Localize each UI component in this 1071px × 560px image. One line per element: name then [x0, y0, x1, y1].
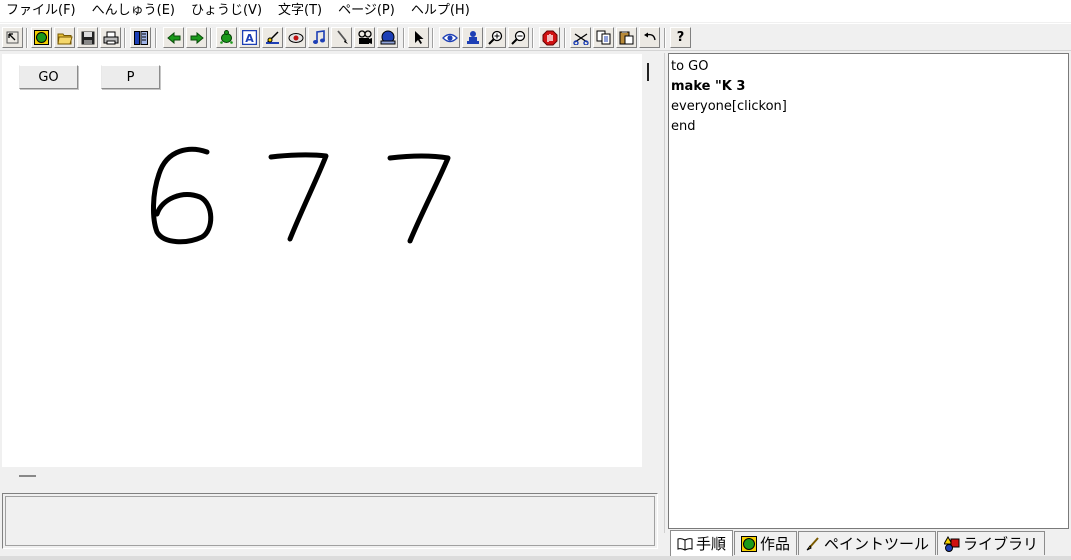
turtle-icon[interactable]	[216, 27, 237, 48]
menu-view[interactable]: ひょうじ(V)	[183, 0, 270, 22]
stamp-icon[interactable]	[377, 27, 398, 48]
cut-icon[interactable]	[570, 27, 591, 48]
text-box-icon[interactable]: A	[239, 27, 260, 48]
tab-paint-tools[interactable]: ペイントツール	[798, 531, 937, 555]
paintbrush-icon	[805, 536, 821, 552]
procedures-editor[interactable]: to GO make "K 3 everyone[clickon] end	[668, 53, 1069, 529]
open-folder-icon[interactable]	[54, 27, 75, 48]
text-box-letter: A	[245, 32, 254, 45]
zoom-out-icon[interactable]	[508, 27, 529, 48]
tab-paint-tools-label: ペイントツール	[824, 535, 930, 553]
print-icon[interactable]	[100, 27, 121, 48]
undo-icon[interactable]	[639, 27, 660, 48]
brush-icon[interactable]	[331, 27, 352, 48]
menu-help[interactable]: ヘルプ(H)	[403, 0, 478, 22]
menu-edit[interactable]: へんしゅう(E)	[84, 0, 183, 22]
panel-tabs: 手順 作品 ペイントツール ライブラリ	[670, 530, 1046, 556]
tab-project[interactable]: 作品	[734, 531, 798, 555]
code-line: everyone[clickon]	[671, 99, 787, 114]
help-icon: ?	[676, 30, 685, 45]
slider-icon[interactable]	[262, 27, 283, 48]
menu-bar: ファイル(F) へんしゅう(E) ひょうじ(V) 文字(T) ページ(P) ヘル…	[0, 0, 1071, 22]
paste-icon[interactable]	[616, 27, 637, 48]
zoom-in-icon[interactable]	[485, 27, 506, 48]
save-disk-icon[interactable]	[77, 27, 98, 48]
code-line: make "K 3	[671, 79, 746, 94]
menu-text[interactable]: 文字(T)	[270, 0, 330, 22]
message-panel[interactable]	[2, 493, 658, 549]
globe-icon	[741, 535, 758, 552]
music-note-icon[interactable]	[308, 27, 329, 48]
status-strip	[0, 556, 1071, 560]
layout-icon[interactable]	[130, 27, 151, 48]
code-line: to GO	[671, 59, 709, 74]
stamp-person-icon[interactable]	[462, 27, 483, 48]
globe-icon[interactable]	[31, 27, 52, 48]
tab-project-label: 作品	[760, 535, 791, 553]
code-line: end	[671, 119, 696, 134]
text-cursor	[647, 63, 649, 81]
divider-mark	[19, 475, 36, 477]
shapes-icon	[943, 535, 960, 552]
page-canvas[interactable]: GO P	[2, 54, 642, 467]
tab-library-label: ライブラリ	[963, 535, 1039, 553]
bitmap-icon[interactable]	[285, 27, 306, 48]
tab-library[interactable]: ライブラリ	[937, 531, 1046, 555]
select-arrow-icon[interactable]	[2, 27, 23, 48]
video-icon[interactable]	[354, 27, 375, 48]
message-area[interactable]	[5, 496, 655, 546]
eye-icon[interactable]	[439, 27, 460, 48]
stop-hand-icon[interactable]	[539, 27, 560, 48]
menu-page[interactable]: ページ(P)	[330, 0, 403, 22]
help-button[interactable]: ?	[670, 27, 691, 48]
copy-icon[interactable]	[593, 27, 614, 48]
left-arrow-icon[interactable]	[163, 27, 184, 48]
pointer-icon[interactable]	[408, 27, 429, 48]
tab-procedures[interactable]: 手順	[670, 530, 734, 556]
toolbar: A ?	[0, 23, 1071, 51]
turtle-drawing	[151, 146, 451, 245]
menu-file[interactable]: ファイル(F)	[0, 0, 84, 22]
right-arrow-icon[interactable]	[186, 27, 207, 48]
tab-procedures-label: 手順	[696, 535, 727, 553]
book-icon	[677, 536, 693, 552]
